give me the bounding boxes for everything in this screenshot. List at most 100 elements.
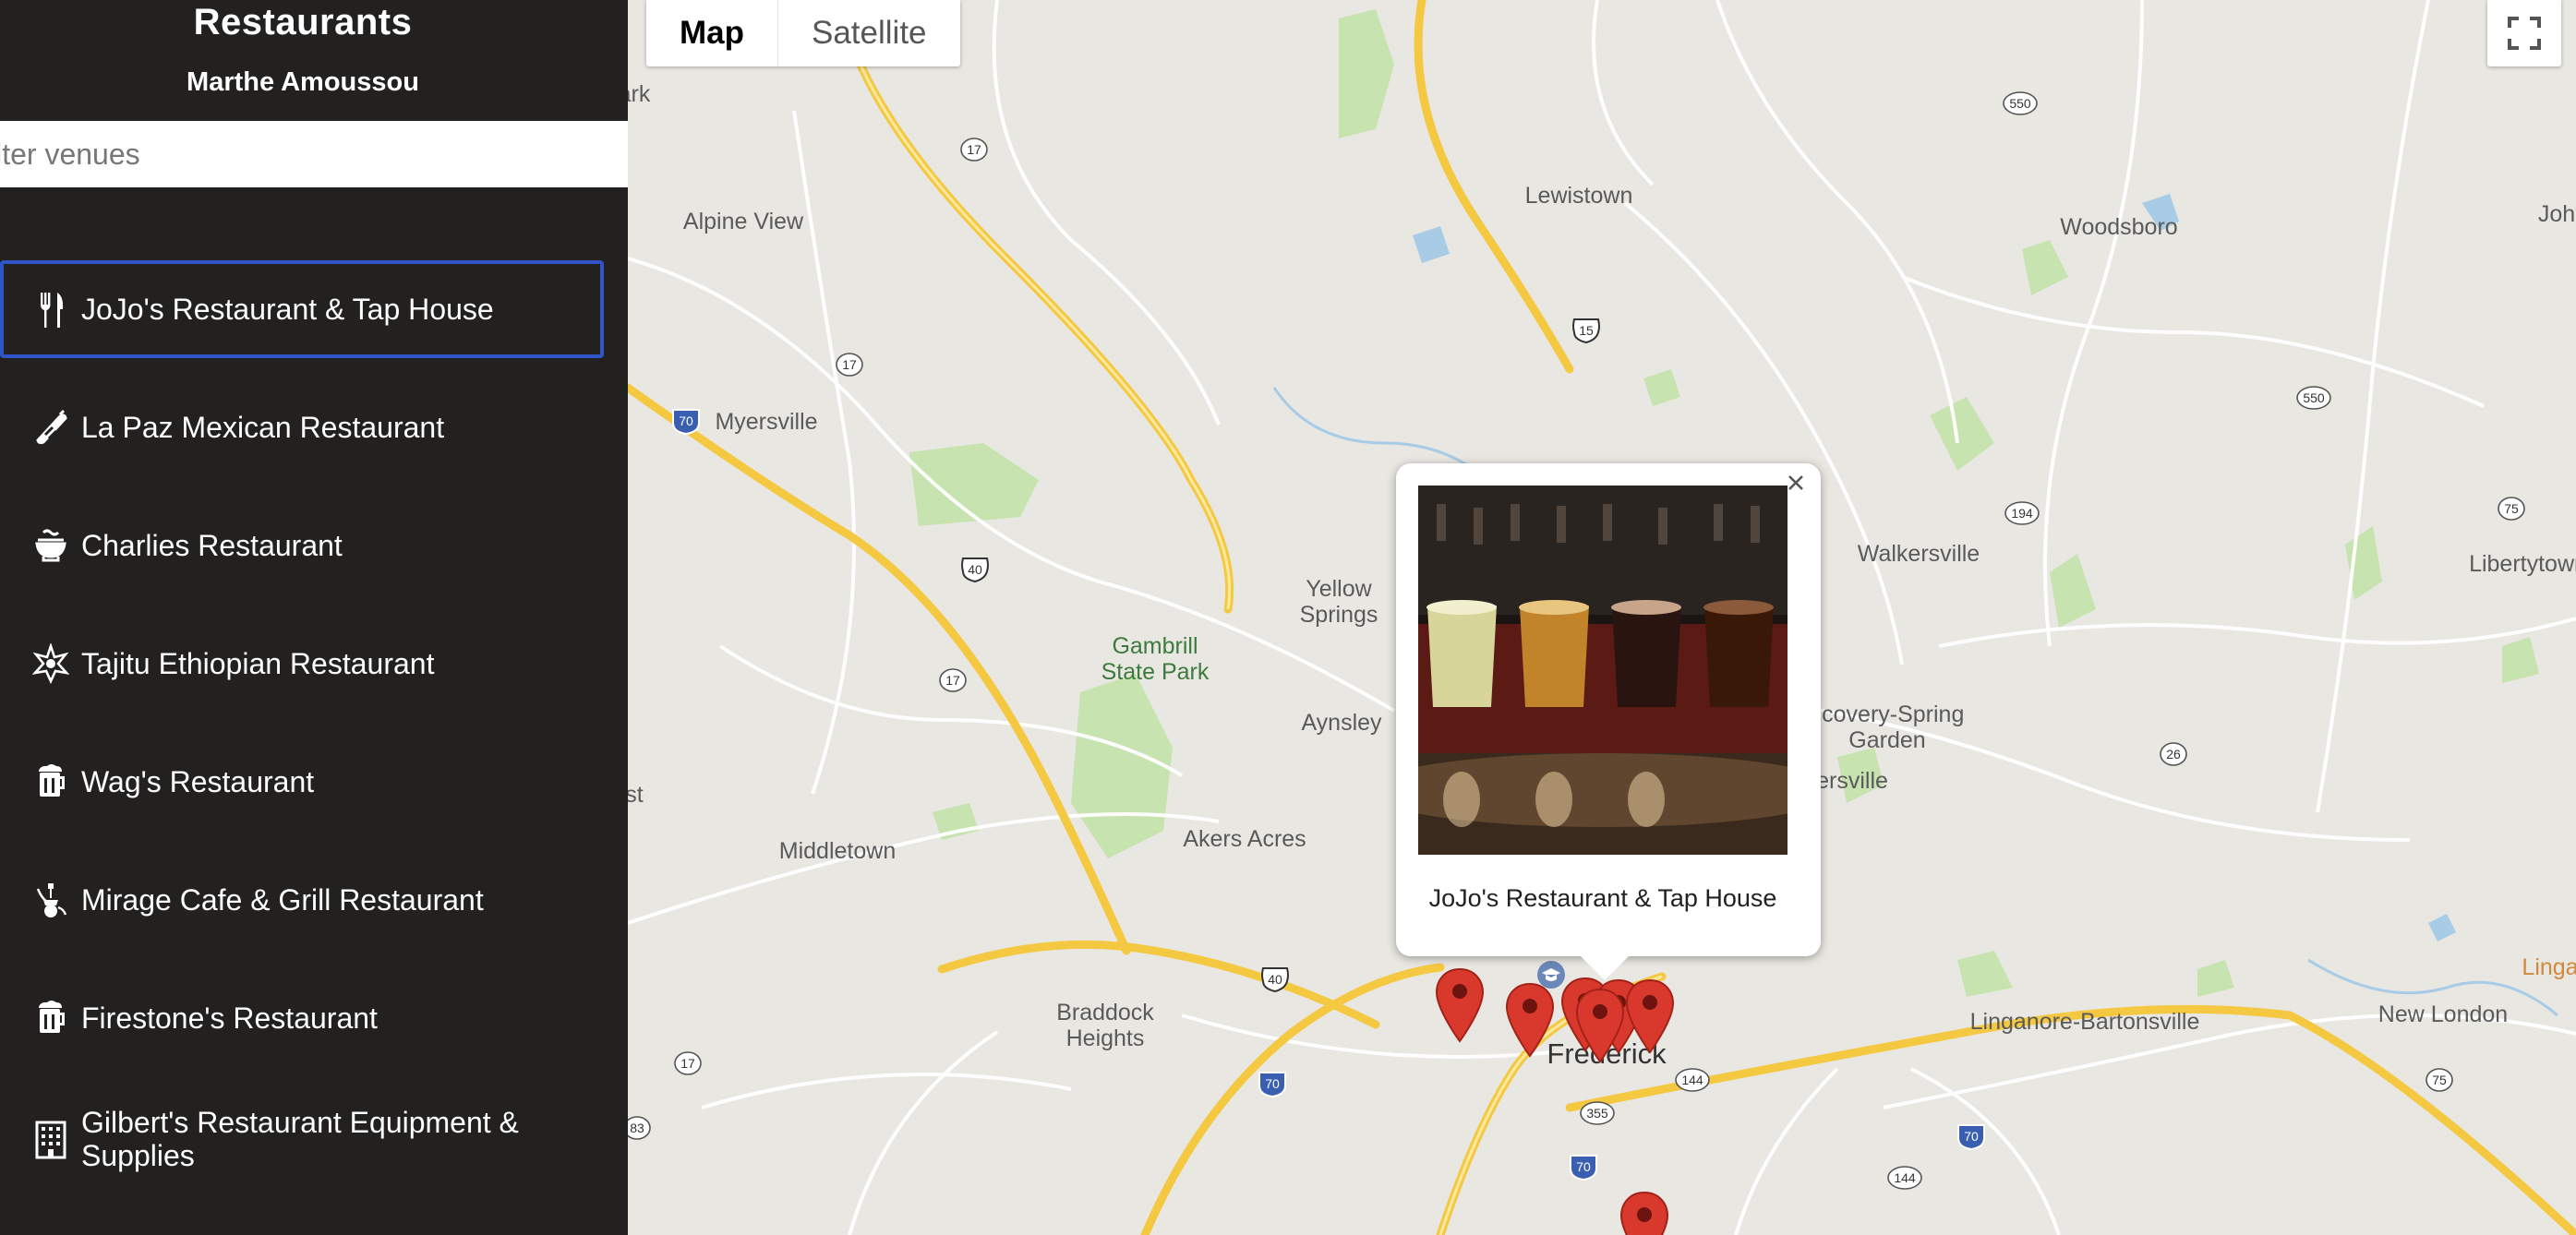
- state-route-shield: 194: [2004, 501, 2040, 525]
- beer-mug-icon: [31, 997, 70, 1039]
- state-route-shield: 75: [2498, 497, 2525, 521]
- restaurant-marker[interactable]: [1505, 982, 1555, 1058]
- map-type-map-button[interactable]: Map: [646, 0, 778, 66]
- map-label-ersville: ersville: [1816, 768, 1888, 794]
- beer-mug-icon: [31, 761, 70, 803]
- shield-number: 17: [967, 142, 981, 157]
- sidebar: Restaurants Marthe Amoussou JoJo's Resta…: [0, 0, 628, 1235]
- shield-number: 17: [842, 357, 857, 372]
- map-label-akers-acres: Akers Acres: [1183, 826, 1306, 852]
- app-title: Restaurants: [193, 2, 413, 42]
- map-type-satellite-button[interactable]: Satellite: [778, 0, 960, 66]
- shield-number: 40: [968, 562, 982, 577]
- fullscreen-icon: [2508, 17, 2541, 50]
- venue-item-mirage[interactable]: Mirage Cafe & Grill Restaurant: [0, 851, 604, 949]
- map-label-st: st: [628, 782, 644, 808]
- shield-number: 75: [2432, 1073, 2447, 1087]
- map-label-john: John: [2537, 201, 2576, 227]
- map-label-lewistown: Lewistown: [1524, 183, 1633, 209]
- shield-number: 144: [1894, 1170, 1916, 1185]
- venue-item-charlies[interactable]: Charlies Restaurant: [0, 497, 604, 594]
- map-label-discovery-spring-garden: scovery-Spring Garden: [1810, 701, 1965, 753]
- venue-item-gilberts[interactable]: Gilbert's Restaurant Equipment & Supplie…: [0, 1087, 604, 1191]
- map-label-walkersville: Walkersville: [1857, 541, 1980, 567]
- shield-number: 144: [1681, 1073, 1703, 1087]
- noodle-bowl-icon: [31, 524, 70, 567]
- restaurant-marker[interactable]: [1435, 967, 1485, 1043]
- restaurant-marker[interactable]: [1575, 988, 1625, 1063]
- shield-number: 26: [2166, 747, 2181, 761]
- venue-label: Gilbert's Restaurant Equipment & Supplie…: [81, 1106, 519, 1172]
- map-label-gambrill-state-park: Gambrill State Park: [1101, 633, 1210, 685]
- venue-item-tajitu[interactable]: Tajitu Ethiopian Restaurant: [0, 615, 604, 713]
- us-route-shield: 15: [1572, 318, 1600, 344]
- shield-number: 70: [1265, 1076, 1280, 1091]
- interstate-shield: 70: [672, 409, 700, 435]
- state-route-shield: 26: [2160, 742, 2187, 766]
- state-route-shield: 144: [1675, 1068, 1710, 1092]
- shield-number: 17: [945, 673, 960, 688]
- venue-item-la-paz[interactable]: La Paz Mexican Restaurant: [0, 378, 604, 476]
- venue-label: JoJo's Restaurant & Tap House: [81, 293, 494, 326]
- map-label-new-london: New London: [2377, 1001, 2509, 1027]
- map-label-yellow-springs: Yellow Springs: [1299, 576, 1378, 628]
- map-label-ark: ark: [628, 81, 651, 107]
- interstate-shield: 70: [1957, 1124, 1985, 1150]
- map-label-linga: Linga: [2522, 954, 2576, 980]
- venue-label: Mirage Cafe & Grill Restaurant: [81, 883, 484, 917]
- shield-number: 355: [1586, 1106, 1608, 1121]
- shield-number: 194: [2011, 506, 2033, 521]
- shield-number: 550: [2009, 96, 2031, 111]
- filter-venues-input[interactable]: [0, 121, 628, 187]
- school-icon: [1537, 961, 1565, 989]
- state-route-shield: 75: [2426, 1068, 2453, 1092]
- shield-number: 70: [1576, 1159, 1591, 1174]
- us-route-shield: 40: [1261, 967, 1289, 993]
- building-icon: [31, 1118, 70, 1160]
- state-route-shield: 355: [1580, 1101, 1615, 1125]
- venue-label: Firestone's Restaurant: [81, 1001, 378, 1035]
- hookah-icon: [31, 879, 70, 921]
- shield-number: 550: [2303, 390, 2325, 405]
- map-type-control: Map Satellite: [646, 0, 960, 66]
- restaurant-marker[interactable]: [1625, 978, 1675, 1054]
- state-route-shield: 17: [674, 1051, 702, 1075]
- shield-number: 40: [1268, 972, 1282, 987]
- burrito-icon: [31, 406, 70, 449]
- shield-number: 15: [1579, 323, 1594, 338]
- map-label-aynsley: Aynsley: [1301, 710, 1382, 736]
- star-burst-icon: [31, 642, 70, 685]
- restaurant-marker[interactable]: [1619, 1191, 1669, 1235]
- map-label-libertytown: Libertytown: [2469, 551, 2576, 577]
- venue-item-firestones[interactable]: Firestone's Restaurant: [0, 969, 604, 1067]
- state-route-shield: 17: [960, 138, 988, 162]
- state-route-shield: 17: [939, 668, 967, 692]
- venue-item-wags[interactable]: Wag's Restaurant: [0, 733, 604, 831]
- shield-number: 70: [679, 414, 693, 428]
- interstate-shield: 70: [1258, 1072, 1286, 1097]
- shield-number: 75: [2504, 501, 2519, 516]
- us-route-shield: 40: [961, 558, 989, 583]
- shield-number: 17: [680, 1056, 695, 1071]
- map-label-myersville: Myersville: [715, 409, 818, 435]
- close-icon: [1788, 475, 1803, 490]
- state-route-shield: 550: [2003, 91, 2038, 115]
- map-label-linganore-bartonsville: Linganore-Bartonsville: [1969, 1009, 2200, 1035]
- fork-knife-icon: [31, 288, 70, 330]
- venue-label: Tajitu Ethiopian Restaurant: [81, 647, 435, 680]
- venue-label: Charlies Restaurant: [81, 529, 343, 562]
- state-route-shield: 550: [2296, 386, 2331, 410]
- app-author: Marthe Amoussou: [187, 67, 419, 97]
- map-label-woodsboro: Woodsboro: [2060, 214, 2178, 240]
- shield-number: 83: [630, 1121, 644, 1135]
- info-window: JoJo's Restaurant & Tap House: [1396, 463, 1821, 980]
- venue-label: Wag's Restaurant: [81, 765, 315, 798]
- shield-number: 70: [1964, 1129, 1979, 1144]
- fullscreen-button[interactable]: [2487, 0, 2561, 66]
- state-route-shield: 144: [1887, 1166, 1922, 1190]
- map-label-middletown: Middletown: [778, 838, 897, 864]
- state-route-shield: 17: [836, 353, 863, 377]
- info-window-caption: JoJo's Restaurant & Tap House: [1428, 884, 1777, 912]
- venue-item-jojos[interactable]: JoJo's Restaurant & Tap House: [0, 260, 604, 358]
- interstate-shield: 70: [1570, 1155, 1597, 1181]
